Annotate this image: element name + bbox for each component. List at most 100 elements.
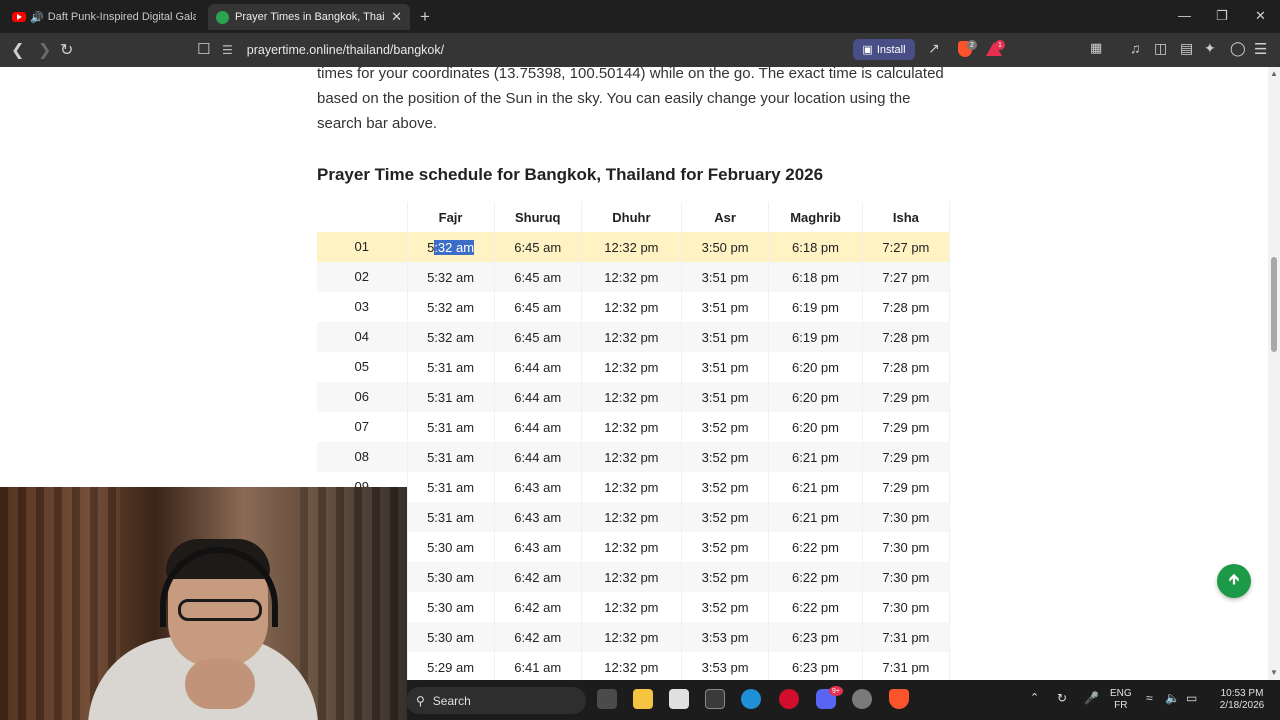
back-icon[interactable]: ❮ [11,40,24,60]
search-label: Search [432,693,471,708]
install-button[interactable]: ▣ Install [853,39,915,60]
fajr-cell: 5:32 am [407,322,495,352]
maghrib-cell: 6:22 pm [768,532,863,562]
microphone-icon[interactable]: 🎤 [1084,692,1099,704]
sync-icon[interactable]: ↻ [1057,692,1067,704]
close-window-icon[interactable]: ✕ [1255,8,1266,24]
maghrib-cell: 6:19 pm [768,322,863,352]
close-tab-icon[interactable]: ✕ [391,9,402,25]
table-row: 5:30 am 6:42 am 12:32 pm 3:52 pm 6:22 pm 7:30… [317,562,951,592]
site-settings-icon[interactable]: ☰ [222,43,233,57]
tab-youtube[interactable]: 🔊 Daft Punk-Inspired Digital Galaxy [4,4,204,30]
table-row: 5:30 am 6:42 am 12:32 pm 3:52 pm 6:22 pm 7:30… [317,592,951,622]
language-indicator[interactable]: ENG FR [1110,688,1132,712]
maghrib-cell: 6:21 pm [768,442,863,472]
scroll-thumb[interactable] [1271,257,1277,352]
shuruq-cell: 6:42 am [494,592,582,622]
shuruq-cell: 6:43 am [494,472,582,502]
sidebar-icon[interactable]: ◫ [1154,40,1167,57]
isha-cell: 7:28 pm [862,352,951,382]
asr-cell: 3:51 pm [681,352,770,382]
wallet-icon[interactable]: ▤ [1180,40,1193,57]
edge-icon[interactable] [741,689,761,709]
store-icon[interactable] [669,689,689,709]
dhuhr-cell: 12:32 pm [581,532,683,562]
tray-chevron-icon[interactable]: ⌃ [1030,692,1039,704]
tab-prayer-times[interactable]: Prayer Times in Bangkok, Thailand ✕ [208,4,410,30]
maghrib-cell: 6:20 pm [768,412,863,442]
table-row: 02 5:32 am 6:45 am 12:32 pm 3:51 pm 6:18 pm 7:… [317,262,951,292]
task-view-icon[interactable] [597,689,617,709]
speaker-icon[interactable]: 🔊 [30,11,44,24]
maghrib-cell: 6:22 pm [768,562,863,592]
reload-icon[interactable]: ↻ [60,40,73,60]
maghrib-cell: 6:21 pm [768,472,863,502]
forward-icon[interactable]: ❯ [38,40,51,60]
maghrib-cell: 6:23 pm [768,622,863,652]
media-icon[interactable]: ♫ [1130,40,1141,56]
volume-icon[interactable]: 🔈 [1165,692,1180,704]
glasses-icon [178,599,262,621]
page-scrollbar[interactable]: ▲ ▼ [1268,67,1280,680]
dhuhr-cell: 12:32 pm [581,562,683,592]
day-cell: 02 [317,262,408,292]
selected-text-highlight[interactable]: :32 am [434,239,475,255]
menu-icon[interactable]: ☰ [1254,40,1267,58]
table-row: 5:31 am 6:43 am 12:32 pm 3:52 pm 6:21 pm 7:30… [317,502,951,532]
dhuhr-cell: 12:32 pm [581,652,683,680]
asr-cell: 3:53 pm [681,652,770,680]
restore-icon[interactable]: ❐ [1216,8,1228,24]
shuruq-cell: 6:41 am [494,652,582,680]
scroll-down-icon[interactable]: ▼ [1270,668,1278,677]
scroll-to-top-button[interactable]: 🡹 [1217,564,1251,598]
scroll-up-icon[interactable]: ▲ [1270,69,1278,78]
shuruq-cell: 6:42 am [494,562,582,592]
clock[interactable]: 10:53 PM 2/18/2026 [1212,688,1272,712]
person-hand [185,659,255,709]
asr-cell: 3:52 pm [681,592,770,622]
chrome-icon[interactable] [852,689,872,709]
install-label: Install [876,43,906,56]
asr-cell: 3:52 pm [681,502,770,532]
curtain-right [300,487,407,720]
vpn-icon[interactable]: ◯ [1230,40,1246,57]
discord-badge: 9+ [829,686,843,696]
wifi-icon[interactable]: ≈ [1146,692,1153,704]
bookmark-icon[interactable]: ☐ [197,40,210,58]
minimize-icon[interactable]: — [1178,8,1191,23]
install-icon: ▣ [862,44,873,56]
leo-ai-icon[interactable]: ✦ [1204,40,1216,57]
shuruq-cell: 6:43 am [494,532,582,562]
share-icon[interactable]: ↗ [928,40,940,57]
header-day [317,202,408,232]
maghrib-cell: 6:21 pm [768,502,863,532]
dhuhr-cell: 12:32 pm [581,292,683,322]
brave-icon[interactable] [889,689,909,709]
search-icon: ⚲ [416,693,425,708]
fajr-cell: 5:31 am [407,502,495,532]
battery-icon[interactable]: ▭ [1186,692,1197,704]
new-tab-icon[interactable]: + [420,7,430,27]
taskbar-search[interactable]: ⚲ Search [406,687,586,714]
asr-cell: 3:53 pm [681,622,770,652]
clock-date: 2/18/2026 [1219,700,1265,711]
asr-cell: 3:52 pm [681,412,770,442]
isha-cell: 7:30 pm [862,502,951,532]
isha-cell: 7:29 pm [862,382,951,412]
table-row: 5:30 am 6:43 am 12:32 pm 3:52 pm 6:22 pm 7:30… [317,532,951,562]
file-explorer-icon[interactable] [633,689,653,709]
app-icon[interactable] [705,689,725,709]
tab-title: Prayer Times in Bangkok, Thailand [235,11,385,23]
fajr-cell: 5:30 am [407,622,495,652]
asr-cell: 3:51 pm [681,262,770,292]
isha-cell: 7:27 pm [862,232,951,262]
shuruq-cell: 6:44 am [494,382,582,412]
fajr-cell: 5:30 am [407,562,495,592]
opera-icon[interactable] [779,689,799,709]
day-cell: 04 [317,322,408,352]
fajr-cell: 5:32 am [407,232,495,262]
reader-mode-icon[interactable]: ▦ [1090,40,1102,56]
address-bar[interactable]: ☰ prayertime.online/thailand/bangkok/ [222,38,852,62]
tab-title: Daft Punk-Inspired Digital Galaxy [47,11,196,23]
asr-cell: 3:52 pm [681,562,770,592]
